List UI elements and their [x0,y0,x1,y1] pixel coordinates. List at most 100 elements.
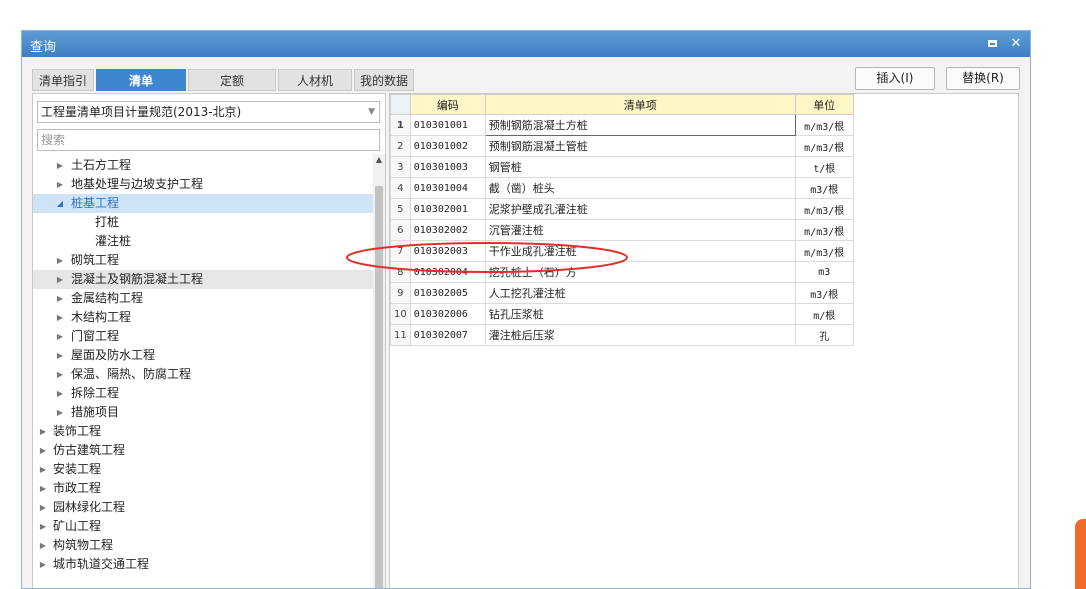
expand-arrow-icon[interactable]: ▶ [55,403,65,422]
name-cell[interactable]: 截（凿）桩头 [484,177,796,199]
name-cell[interactable]: 沉管灌注桩 [484,219,796,241]
code-cell[interactable]: 010301002 [409,135,486,157]
tab-materials[interactable]: 人材机 [278,69,352,91]
unit-cell[interactable]: m/m3/根 [794,135,854,157]
tree-item[interactable]: ▶ 屋面及防水工程 [33,346,373,365]
tree-item[interactable]: ▶ 金属结构工程 [33,289,373,308]
table-row[interactable]: 10 010302006 钻孔压浆桩 m/根 [390,303,854,325]
expand-arrow-icon[interactable]: ▶ [55,156,65,175]
table-row[interactable]: 9 010302005 人工挖孔灌注桩 m3/根 [390,282,854,304]
code-cell[interactable]: 010302007 [409,324,486,346]
code-cell[interactable]: 010301001 [409,114,486,136]
table-row[interactable]: 5 010302001 泥浆护壁成孔灌注桩 m/m3/根 [390,198,854,220]
name-cell[interactable]: 钻孔压浆桩 [484,303,796,325]
expand-arrow-icon[interactable]: ▶ [55,384,65,403]
name-cell[interactable]: 干作业成孔灌注桩 [484,240,796,262]
tree-item[interactable]: ▶ 城市轨道交通工程 [33,555,373,574]
search-input[interactable]: 搜索 [37,129,380,151]
tree-scrollbar[interactable]: ▲ [373,154,385,588]
table-row[interactable]: 1 010301001 预制钢筋混凝土方桩 m/m3/根 [390,114,854,136]
name-cell[interactable]: 预制钢筋混凝土方桩 [484,114,796,136]
tree-item[interactable]: ▶ 砌筑工程 [33,251,373,270]
unit-cell[interactable]: m/m3/根 [794,240,854,262]
code-cell[interactable]: 010302004 [409,261,486,283]
title-bar[interactable]: 查询 ✕ [22,31,1030,57]
tree-item[interactable]: 灌注桩 [33,232,373,251]
code-cell[interactable]: 010302003 [409,240,486,262]
expand-arrow-icon[interactable]: ▶ [55,308,65,327]
unit-cell[interactable]: t/根 [794,156,854,178]
name-cell[interactable]: 钢管桩 [484,156,796,178]
code-cell[interactable]: 010301003 [409,156,486,178]
code-cell[interactable]: 010302006 [409,303,486,325]
tab-guide[interactable]: 清单指引 [32,69,94,91]
code-cell[interactable]: 010302002 [409,219,486,241]
insert-button[interactable]: 插入(I) [855,67,935,90]
expand-arrow-icon[interactable]: ▶ [55,289,65,308]
table-row[interactable]: 8 010302004 挖孔桩土（石）方 m3 [390,261,854,283]
expand-arrow-icon[interactable]: ▶ [38,536,48,555]
tree-item[interactable]: ▶ 市政工程 [33,479,373,498]
table-row[interactable]: 2 010301002 预制钢筋混凝土管桩 m/m3/根 [390,135,854,157]
tree-item[interactable]: ▶ 安装工程 [33,460,373,479]
tree-item[interactable]: ▶ 装饰工程 [33,422,373,441]
name-cell[interactable]: 灌注桩后压浆 [484,324,796,346]
expand-arrow-icon[interactable]: ▶ [55,346,65,365]
unit-cell[interactable]: m/根 [794,303,854,325]
expand-arrow-icon[interactable]: ▶ [38,422,48,441]
tree-item[interactable]: ▶ 保温、隔热、防腐工程 [33,365,373,384]
expand-arrow-icon[interactable]: ▶ [55,251,65,270]
expand-arrow-icon[interactable]: ▶ [55,327,65,346]
tree-item[interactable]: ▶ 拆除工程 [33,384,373,403]
code-cell[interactable]: 010301004 [409,177,486,199]
table-row[interactable]: 3 010301003 钢管桩 t/根 [390,156,854,178]
code-column-header[interactable]: 编码 [409,94,486,115]
tree-item[interactable]: ▶ 土石方工程 [33,156,373,175]
expand-arrow-icon[interactable]: ▶ [38,555,48,574]
tree-item[interactable]: ▶ 地基处理与边坡支护工程 [33,175,373,194]
expand-arrow-icon[interactable]: ▶ [38,517,48,536]
name-cell[interactable]: 泥浆护壁成孔灌注桩 [484,198,796,220]
scroll-thumb[interactable] [375,186,383,588]
expand-arrow-icon[interactable]: ▶ [55,365,65,384]
tree-item[interactable]: ▶ 园林绿化工程 [33,498,373,517]
tree-item[interactable]: 打桩 [33,213,373,232]
unit-cell[interactable]: m/m3/根 [794,198,854,220]
unit-cell[interactable]: m3/根 [794,282,854,304]
collapse-arrow-icon[interactable]: ◢ [55,194,65,213]
tree-item[interactable]: ▶ 混凝土及钢筋混凝土工程 [33,270,373,289]
table-row[interactable]: 6 010302002 沉管灌注桩 m/m3/根 [390,219,854,241]
tab-quota[interactable]: 定额 [188,69,276,91]
unit-cell[interactable]: 孔 [794,324,854,346]
code-cell[interactable]: 010302001 [409,198,486,220]
name-cell[interactable]: 挖孔桩土（石）方 [484,261,796,283]
unit-cell[interactable]: m3/根 [794,177,854,199]
scroll-up-icon[interactable]: ▲ [373,154,385,166]
expand-arrow-icon[interactable]: ▶ [38,498,48,517]
side-feedback-tab[interactable] [1075,519,1086,589]
maximize-button[interactable] [982,34,1002,54]
tree-item[interactable]: ▶ 构筑物工程 [33,536,373,555]
tree-item[interactable]: ▶ 仿古建筑工程 [33,441,373,460]
expand-arrow-icon[interactable]: ▶ [38,479,48,498]
expand-arrow-icon[interactable]: ▶ [38,441,48,460]
standard-select[interactable]: 工程量清单项目计量规范(2013-北京) ▼ [37,101,380,123]
unit-cell[interactable]: m/m3/根 [794,114,854,136]
tab-bill[interactable]: 清单 [96,69,186,91]
name-cell[interactable]: 人工挖孔灌注桩 [484,282,796,304]
tab-my-data[interactable]: 我的数据 [354,69,414,91]
expand-arrow-icon[interactable]: ▶ [55,270,65,289]
unit-column-header[interactable]: 单位 [794,94,854,115]
tree-item-selected[interactable]: ◢ 桩基工程 [33,194,373,213]
table-row-highlighted[interactable]: 7 010302003 干作业成孔灌注桩 m/m3/根 [390,240,854,262]
name-column-header[interactable]: 清单项 [484,94,796,115]
tree-item[interactable]: ▶ 木结构工程 [33,308,373,327]
unit-cell[interactable]: m3 [794,261,854,283]
replace-button[interactable]: 替换(R) [946,67,1020,90]
close-button[interactable]: ✕ [1006,34,1026,54]
tree-item[interactable]: ▶ 门窗工程 [33,327,373,346]
unit-cell[interactable]: m/m3/根 [794,219,854,241]
table-row[interactable]: 11 010302007 灌注桩后压浆 孔 [390,324,854,346]
code-cell[interactable]: 010302005 [409,282,486,304]
table-row[interactable]: 4 010301004 截（凿）桩头 m3/根 [390,177,854,199]
